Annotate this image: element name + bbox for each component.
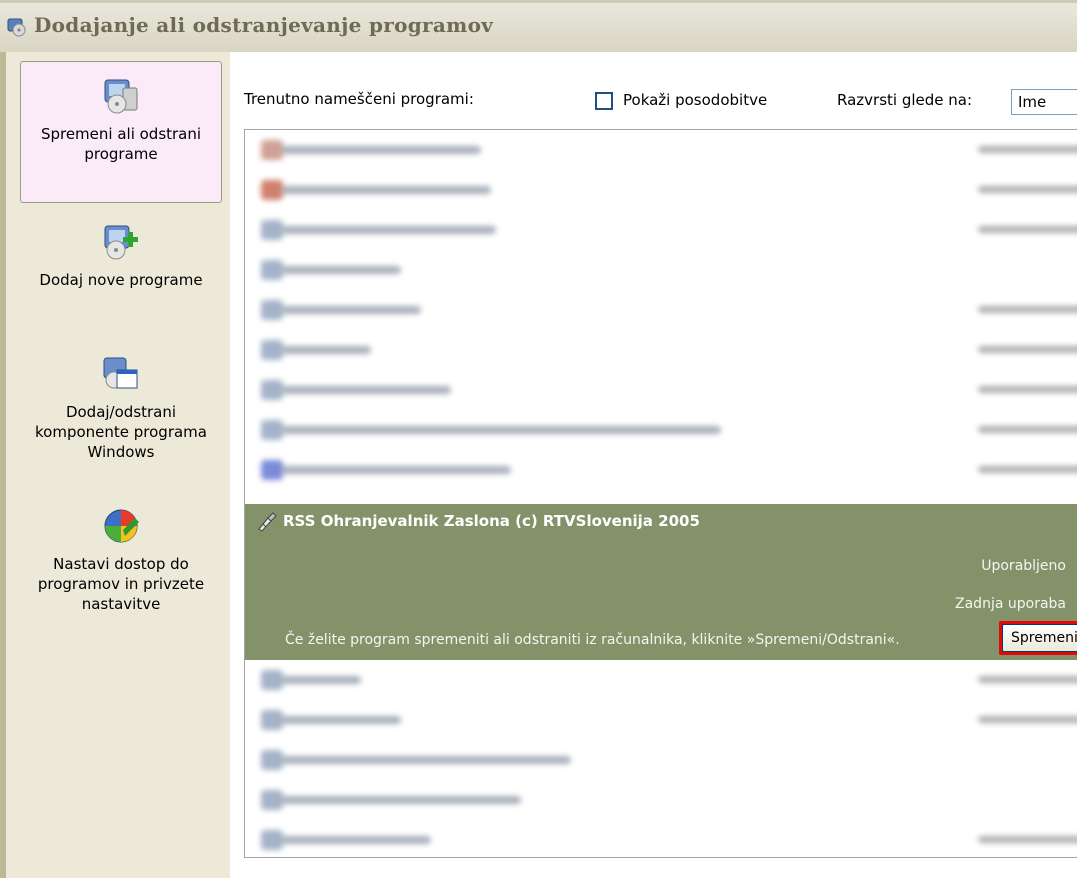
sidebar-item-label: Dodaj nove programe: [39, 271, 203, 289]
change-remove-hint: Če želite program spremeniti ali odstran…: [285, 632, 900, 648]
program-icon: [261, 710, 283, 730]
sidebar-item-label: Nastavi dostop do programov in privzete …: [37, 555, 205, 613]
list-item[interactable]: [245, 210, 1077, 250]
program-list[interactable]: RSS Ohranjevalnik Zaslona (c) RTVSloveni…: [244, 129, 1077, 858]
sidebar-item-change-remove[interactable]: Spremeni ali odstrani programe: [20, 61, 222, 203]
program-name: [281, 466, 511, 474]
program-access-defaults-icon: [104, 509, 139, 543]
list-item[interactable]: [245, 130, 1077, 170]
add-remove-programs-window: Dodajanje ali odstranjevanje programov S…: [0, 0, 1077, 878]
program-name: [281, 426, 721, 434]
program-name: [281, 346, 371, 354]
show-updates-label[interactable]: Pokaži posodobitve: [623, 91, 767, 109]
list-item[interactable]: [245, 410, 1077, 450]
program-size: [978, 226, 1077, 233]
installed-programs-label: Trenutno nameščeni programi:: [244, 90, 474, 108]
program-name: [281, 756, 571, 764]
screensaver-program-icon: [258, 512, 277, 532]
program-icon: [261, 180, 283, 200]
program-icon: [261, 220, 283, 240]
program-icon: [261, 260, 283, 280]
sidebar: Spremeni ali odstrani programe Dodaj nov…: [6, 52, 230, 878]
list-toolbar: Trenutno nameščeni programi: Pokaži poso…: [230, 52, 1077, 126]
program-size: [978, 186, 1077, 193]
program-name: [281, 306, 421, 314]
program-name: [281, 266, 401, 274]
sidebar-item-windows-components[interactable]: Dodaj/odstrani komponente programa Windo…: [20, 352, 222, 482]
program-name: [281, 386, 451, 394]
program-name: [281, 716, 401, 724]
program-name: [281, 796, 521, 804]
sidebar-item-program-access[interactable]: Nastavi dostop do programov in privzete …: [20, 504, 222, 624]
program-size: [978, 306, 1077, 313]
program-size: [978, 716, 1077, 723]
program-name: [281, 226, 496, 234]
last-used-label: Zadnja uporaba: [955, 596, 1066, 612]
list-item[interactable]: [245, 700, 1077, 740]
program-size: [978, 426, 1077, 433]
program-size: [978, 466, 1077, 473]
sort-by-label: Razvrsti glede na:: [837, 91, 973, 109]
windows-components-icon: [103, 357, 138, 389]
change-remove-button[interactable]: Spremeni: [1002, 624, 1077, 652]
list-item[interactable]: [245, 820, 1077, 860]
list-item[interactable]: [245, 330, 1077, 370]
program-size: [978, 346, 1077, 353]
program-icon: [261, 340, 283, 360]
program-size: [978, 836, 1077, 843]
add-new-programs-icon: [104, 225, 138, 260]
program-icon: [261, 380, 283, 400]
list-item[interactable]: [245, 780, 1077, 820]
main-panel: Trenutno nameščeni programi: Pokaži poso…: [230, 52, 1077, 878]
list-item[interactable]: [245, 290, 1077, 330]
list-item[interactable]: [245, 660, 1077, 700]
title-bar: Dodajanje ali odstranjevanje programov: [0, 0, 1077, 52]
list-item[interactable]: [245, 170, 1077, 210]
change-remove-programs-icon: [104, 79, 138, 114]
program-icon: [261, 750, 283, 770]
program-icon: [261, 460, 283, 480]
list-item[interactable]: [245, 370, 1077, 410]
list-item[interactable]: [245, 250, 1077, 290]
program-icon: [261, 420, 283, 440]
list-item[interactable]: [245, 450, 1077, 490]
list-item[interactable]: [245, 740, 1077, 780]
program-icon: [261, 300, 283, 320]
show-updates-checkbox[interactable]: [595, 92, 613, 110]
sidebar-item-label: Spremeni ali odstrani programe: [40, 125, 202, 163]
window-title: Dodajanje ali odstranjevanje programov: [34, 13, 494, 37]
program-name: [281, 676, 361, 684]
sidebar-item-label: Dodaj/odstrani komponente programa Windo…: [35, 403, 207, 461]
program-name: [281, 836, 431, 844]
program-name: [281, 186, 491, 194]
program-size: [978, 676, 1077, 683]
sidebar-item-add-new[interactable]: Dodaj nove programe: [20, 220, 222, 330]
selected-program-row[interactable]: RSS Ohranjevalnik Zaslona (c) RTVSloveni…: [245, 504, 1077, 660]
program-name: [281, 146, 481, 154]
program-icon: [261, 140, 283, 160]
program-size: [978, 386, 1077, 393]
program-size: [978, 146, 1077, 153]
program-icon: [261, 670, 283, 690]
program-icon: [261, 790, 283, 810]
add-remove-programs-icon: [7, 18, 26, 37]
program-icon: [261, 830, 283, 850]
sort-by-select[interactable]: Ime: [1011, 89, 1077, 115]
used-label: Uporabljeno: [981, 558, 1066, 574]
selected-program-name: RSS Ohranjevalnik Zaslona (c) RTVSloveni…: [283, 512, 700, 530]
change-remove-button-highlight: Spremeni: [999, 621, 1077, 655]
